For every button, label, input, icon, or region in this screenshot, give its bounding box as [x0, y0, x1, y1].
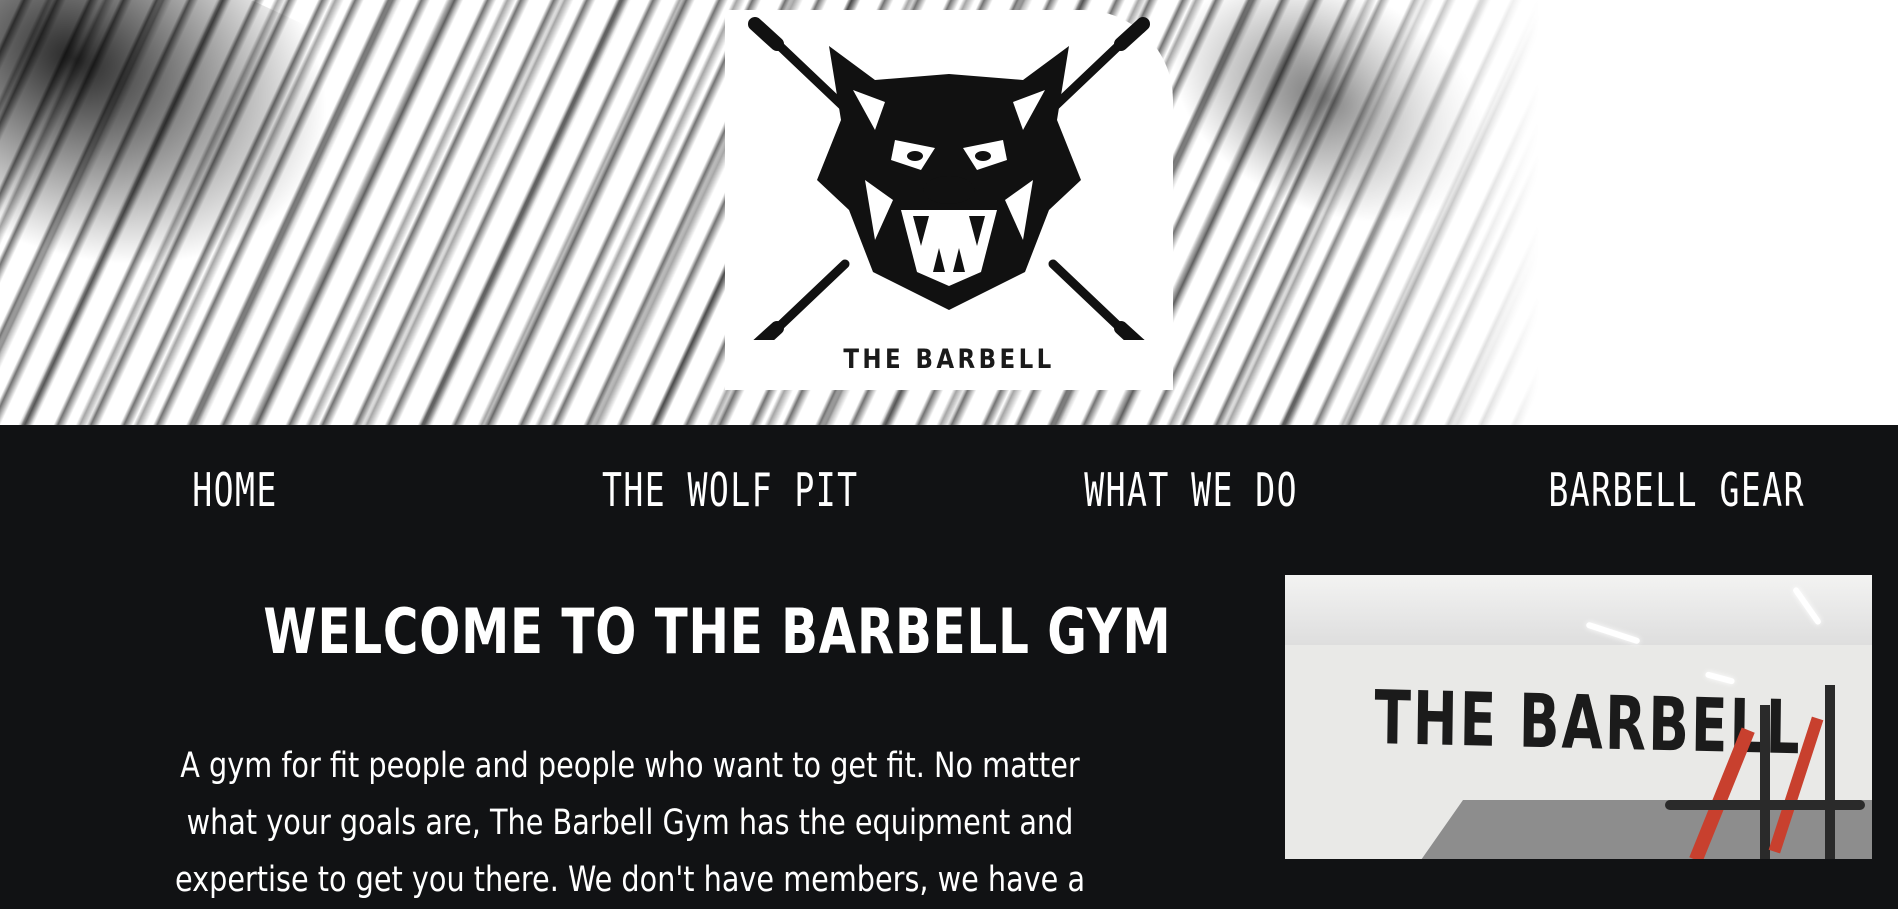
barbell: [1665, 800, 1865, 810]
wolf-barbell-icon: [748, 17, 1150, 340]
nav-home[interactable]: HOME: [152, 463, 318, 517]
nav-the-wolf-pit[interactable]: THE WOLF PIT: [602, 463, 857, 517]
gym-logo[interactable]: THE BARBELL: [725, 10, 1173, 390]
logo-wordmark: THE BARBELL: [843, 344, 1055, 375]
nav-what-we-do[interactable]: WHAT WE DO: [1084, 463, 1296, 517]
weight-rack: [1760, 705, 1770, 859]
weight-rack: [1825, 685, 1835, 859]
gym-interior-photo: THE BARBELL: [1285, 575, 1872, 859]
hero-banner: THE BARBELL: [0, 0, 1898, 425]
hero-fade: [1300, 0, 1898, 425]
photo-ceiling: [1285, 575, 1872, 645]
main-navigation: HOME THE WOLF PIT WHAT WE DO BARBELL GEA…: [0, 425, 1894, 545]
page-title: WELCOME TO THE BARBELL GYM: [263, 595, 1172, 668]
nav-barbell-gear[interactable]: BARBELL GEAR: [1548, 463, 1803, 517]
intro-paragraph: A gym for fit people and people who want…: [174, 746, 1086, 900]
grunge-texture-left: [0, 0, 370, 346]
